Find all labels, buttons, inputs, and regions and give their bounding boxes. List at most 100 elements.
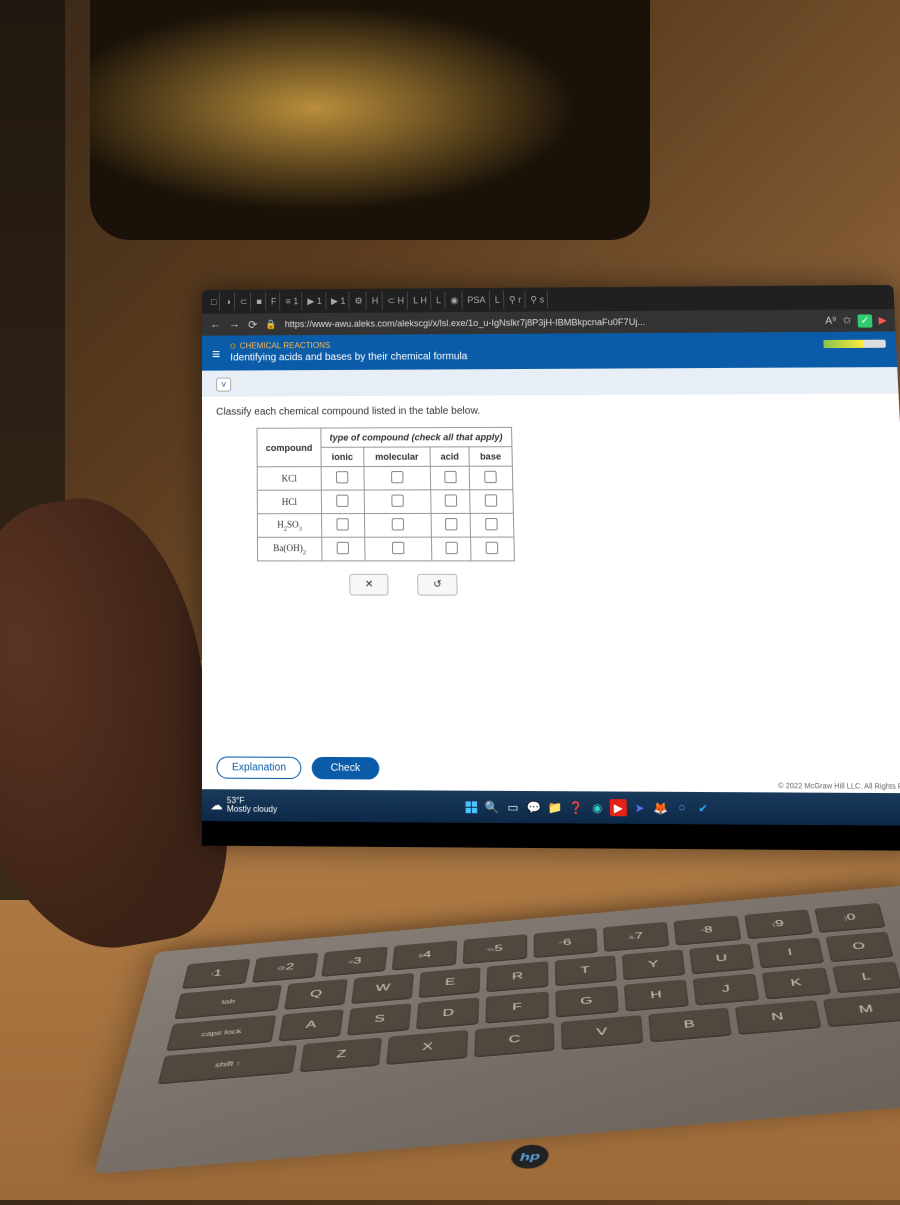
sub-toolbar: ˅ [202, 367, 899, 397]
firefox-icon[interactable]: 🦊 [652, 800, 669, 817]
checkbox[interactable] [391, 495, 403, 507]
browser-tab[interactable]: L [433, 291, 445, 309]
keyboard-key[interactable]: A [278, 1009, 344, 1042]
keyboard-key[interactable]: M [822, 993, 900, 1028]
browser-tab[interactable]: L [492, 291, 505, 309]
browser-tab[interactable]: ◑ [222, 293, 234, 311]
checkbox[interactable] [485, 495, 498, 507]
chevron-down-icon[interactable]: ˅ [216, 378, 231, 392]
browser-tab[interactable]: PSA [464, 291, 490, 309]
checkbox[interactable] [337, 519, 349, 531]
forward-button[interactable]: → [229, 319, 240, 331]
keyboard-key[interactable]: C [474, 1023, 555, 1058]
keyboard-key[interactable]: V [561, 1015, 643, 1050]
keyboard-key[interactable]: Y [622, 949, 686, 980]
keyboard-key[interactable]: (9 [744, 909, 813, 939]
tab-key[interactable]: tab [174, 985, 281, 1020]
checkbox[interactable] [336, 472, 348, 484]
extension-icon[interactable]: ▶ [878, 315, 887, 326]
compound-cell: KCl [257, 467, 321, 491]
reset-button[interactable]: ↺ [417, 574, 457, 596]
browser-tab[interactable]: ⊂ [237, 293, 252, 311]
keyboard-key[interactable]: W [351, 973, 414, 1004]
keyboard-key[interactable]: G [555, 985, 619, 1017]
keyboard-key[interactable]: B [648, 1008, 732, 1043]
app-icon[interactable]: ❓ [567, 799, 584, 816]
keyboard-key[interactable]: &7 [603, 922, 669, 952]
keyboard-key[interactable]: X [387, 1030, 469, 1065]
browser-tab[interactable]: ⚲ s [527, 290, 548, 308]
keyboard-key[interactable]: L [832, 961, 900, 993]
checkbox[interactable] [445, 542, 458, 554]
start-button[interactable] [462, 799, 479, 816]
keyboard-key[interactable]: O [825, 931, 893, 962]
clear-button[interactable]: ✕ [349, 574, 389, 596]
back-button[interactable]: ← [210, 319, 221, 331]
keyboard-key[interactable]: I [757, 937, 824, 968]
browser-tab[interactable]: ◉ [447, 291, 462, 309]
keyboard-key[interactable]: %5 [462, 934, 526, 964]
browser-tab[interactable]: ⊂ H [384, 291, 408, 309]
keyboard-key[interactable]: R [487, 961, 548, 992]
url-text[interactable]: https://www-awu.aleks.com/alekscgi/x/lsl… [285, 316, 817, 329]
checkbox[interactable] [392, 542, 404, 554]
keyboard-key[interactable]: Z [300, 1037, 383, 1072]
keyboard-key[interactable]: F [486, 991, 549, 1023]
browser-tab[interactable]: ⚲ r [506, 291, 526, 309]
checkbox[interactable] [486, 542, 499, 554]
checkbox[interactable] [337, 542, 349, 554]
search-icon[interactable]: 🔍 [483, 799, 500, 816]
browser-tab[interactable]: H [369, 292, 383, 310]
task-view-icon[interactable]: ▭ [504, 799, 521, 816]
explanation-button[interactable]: Explanation [216, 757, 301, 780]
keyboard-key[interactable]: D [416, 997, 480, 1029]
checkbox[interactable] [444, 471, 457, 483]
keyboard-key[interactable]: #3 [322, 946, 388, 976]
chat-icon[interactable]: 💬 [525, 799, 542, 816]
browser-tab[interactable]: ▶ 1 [304, 292, 326, 310]
read-aloud-icon[interactable]: A⁹ [825, 315, 837, 326]
app-icon[interactable]: ➤ [631, 800, 648, 817]
checkbox[interactable] [391, 519, 403, 531]
weather-widget[interactable]: ☁ 53°F Mostly cloudy [210, 796, 277, 815]
youtube-icon[interactable]: ▶ [610, 799, 627, 816]
app-icon[interactable]: ○ [673, 800, 691, 817]
checkbox[interactable] [486, 518, 499, 530]
keyboard-key[interactable]: ^6 [533, 928, 598, 958]
checkbox[interactable] [337, 495, 349, 507]
keyboard-key[interactable]: H [624, 979, 689, 1011]
shift-key[interactable]: shift ↑ [158, 1045, 298, 1085]
browser-tab[interactable]: ⚙ [351, 292, 366, 310]
refresh-button[interactable]: ⟳ [248, 318, 257, 331]
checkbox[interactable] [445, 518, 458, 530]
capslock-key[interactable]: caps lock [166, 1015, 276, 1051]
keyboard-key[interactable]: N [735, 1000, 821, 1035]
keyboard-key[interactable]: )0 [815, 903, 886, 933]
keyboard-key[interactable]: E [419, 967, 481, 998]
keyboard-key[interactable]: Q [284, 979, 348, 1010]
keyboard-key[interactable]: K [762, 967, 831, 999]
hamburger-icon[interactable]: ≡ [212, 346, 220, 360]
check-button[interactable]: Check [312, 757, 379, 780]
checkbox[interactable] [485, 471, 498, 483]
keyboard-key[interactable]: T [554, 955, 616, 986]
browser-tab[interactable]: ▶ 1 [328, 292, 350, 310]
browser-tab[interactable]: ■ [253, 293, 266, 311]
keyboard-key[interactable]: S [347, 1003, 412, 1035]
checkbox[interactable] [391, 471, 403, 483]
app-icon[interactable]: ✔ [694, 800, 712, 817]
keyboard-key[interactable]: J [693, 973, 760, 1005]
browser-tab[interactable]: ≡ 1 [282, 292, 302, 310]
browser-tab[interactable]: L H [410, 291, 431, 309]
keyboard-key[interactable]: @2 [252, 953, 319, 983]
browser-tab[interactable]: F [268, 292, 281, 310]
keyboard-key[interactable]: $4 [392, 940, 457, 970]
explorer-icon[interactable]: 📁 [546, 799, 563, 816]
checkbox[interactable] [444, 495, 457, 507]
keyboard-key[interactable]: !1 [182, 959, 250, 990]
edge-icon[interactable]: ◉ [589, 799, 606, 816]
keyboard-key[interactable]: *8 [673, 915, 741, 945]
keyboard-key[interactable]: U [689, 943, 754, 974]
browser-tab[interactable]: □ [208, 293, 220, 311]
favorite-icon[interactable]: ✩ [842, 315, 851, 326]
